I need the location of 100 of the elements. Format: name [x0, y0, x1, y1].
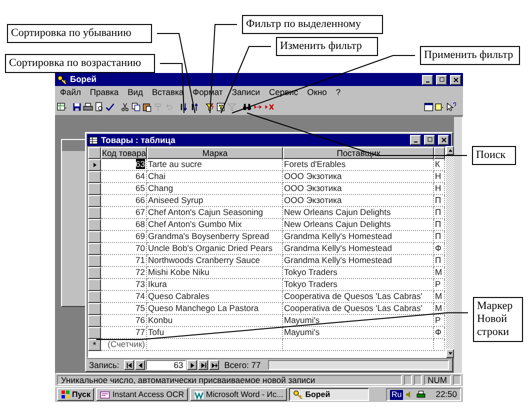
- table-cell: П: [435, 255, 442, 265]
- table-icon[interactable]: [57, 101, 67, 113]
- sort-ascending-icon[interactable]: [179, 101, 189, 113]
- copy-icon[interactable]: [131, 101, 141, 113]
- menu-item[interactable]: Окно: [306, 87, 328, 98]
- table-cell: М: [435, 267, 442, 277]
- window-title: Борей: [70, 73, 98, 86]
- table-cell: Chai: [148, 171, 166, 181]
- start-button[interactable]: Пуск: [57, 388, 94, 401]
- row-selector[interactable]: [88, 159, 101, 171]
- help-icon[interactable]: [446, 101, 456, 113]
- record-count: Всего: 77: [224, 359, 261, 372]
- row-selector[interactable]: [88, 231, 101, 243]
- column-header[interactable]: [434, 147, 445, 159]
- row-selector[interactable]: [88, 195, 101, 207]
- sort-descending-icon[interactable]: [190, 101, 200, 113]
- table-cell: 69: [136, 231, 145, 241]
- checkmark-icon[interactable]: [105, 101, 115, 113]
- record-number-field[interactable]: 63: [146, 360, 186, 370]
- row-selector[interactable]: [88, 279, 101, 291]
- maximize-button[interactable]: [424, 135, 435, 145]
- table-cell: Tokyo Traders: [284, 279, 338, 289]
- row-selector[interactable]: [88, 291, 101, 303]
- new-record-button[interactable]: [209, 360, 220, 370]
- table-cell: 73: [136, 279, 145, 289]
- table-cell: П: [435, 219, 442, 229]
- table-cell: Grandma Kelly's Homestead: [284, 255, 392, 265]
- row-selector[interactable]: *: [88, 339, 101, 351]
- minimize-button[interactable]: [422, 74, 433, 84]
- previous-record-button[interactable]: [135, 360, 146, 370]
- taskbar-button[interactable]: Борей: [289, 388, 370, 401]
- previous-record-icon: [136, 362, 144, 369]
- database-window-icon[interactable]: [424, 101, 434, 113]
- windows-logo-icon: [61, 390, 70, 399]
- menu-item[interactable]: ?: [334, 87, 342, 98]
- table-cell: ООО Экзотика: [284, 171, 342, 181]
- callout-label: Маркер Новой строки: [473, 297, 523, 342]
- row-selector[interactable]: [88, 315, 101, 327]
- close-button[interactable]: [438, 135, 449, 145]
- key-icon: [57, 74, 67, 84]
- taskbar-button[interactable]: Microsoft Word - Ис...: [190, 388, 288, 401]
- scroll-down-button[interactable]: [446, 349, 454, 358]
- table-cell: 65: [136, 183, 145, 193]
- table-cell: М: [435, 291, 442, 301]
- row-selector[interactable]: [88, 219, 101, 231]
- row-selector[interactable]: [88, 255, 101, 267]
- table-cell: Cooperativa de Quesos 'Las Cabras': [284, 303, 422, 313]
- table-cell: 72: [136, 267, 145, 277]
- table-cell: П: [435, 195, 442, 205]
- first-record-icon: [126, 362, 133, 369]
- table-cell: Ф: [435, 327, 442, 337]
- row-selector[interactable]: [88, 183, 101, 195]
- new-object-icon[interactable]: [435, 101, 445, 113]
- row-selector[interactable]: [88, 207, 101, 219]
- close-button[interactable]: [450, 74, 461, 84]
- column-header[interactable]: Марка: [147, 147, 283, 159]
- record-indicator-icon: [92, 162, 98, 168]
- row-selector[interactable]: [88, 303, 101, 315]
- table-cell: Grandma Kelly's Homestead: [284, 231, 392, 241]
- printer-icon[interactable]: [83, 101, 93, 113]
- close-icon: [440, 136, 448, 144]
- scroll-up-button[interactable]: [446, 146, 454, 155]
- table-cell: Mishi Kobe Niku: [148, 267, 210, 277]
- row-selector[interactable]: [88, 327, 101, 339]
- row-selector[interactable]: [88, 171, 101, 183]
- table-cell: ООО Экзотика: [284, 183, 342, 193]
- clipboard-icon[interactable]: [142, 101, 152, 113]
- taskbar-button[interactable]: Instant Access OCR: [96, 388, 188, 401]
- header-corner[interactable]: [88, 147, 101, 159]
- table-cell: 74: [136, 291, 145, 301]
- next-record-button[interactable]: [187, 360, 198, 370]
- printer-icon[interactable]: [416, 390, 426, 399]
- letter-w-icon: [194, 390, 204, 400]
- row-selector[interactable]: [88, 243, 101, 255]
- minimize-button[interactable]: [410, 135, 421, 145]
- row-selector[interactable]: [88, 267, 101, 279]
- scrollbar[interactable]: [454, 117, 462, 373]
- form-filter-icon[interactable]: [216, 101, 226, 113]
- page-icon[interactable]: [94, 101, 104, 113]
- last-record-button[interactable]: [198, 360, 208, 370]
- menu-item[interactable]: Записи: [230, 87, 262, 98]
- maximize-button[interactable]: [436, 74, 447, 84]
- column-header[interactable]: Код товара: [101, 147, 147, 159]
- menu-item[interactable]: Вид: [126, 87, 144, 98]
- table-cell: К: [435, 159, 440, 169]
- table-cell: Aniseed Syrup: [148, 195, 204, 205]
- navigation-label: Запись:: [89, 359, 120, 372]
- table-cell: 77: [136, 327, 145, 337]
- last-record-icon: [200, 362, 207, 369]
- language-indicator[interactable]: Ru: [390, 390, 403, 400]
- menu-item[interactable]: Файл: [59, 87, 82, 98]
- filter-icon[interactable]: [205, 101, 215, 113]
- binoculars-icon[interactable]: [242, 101, 252, 113]
- menu-item[interactable]: Правка: [88, 87, 120, 98]
- scissors-icon[interactable]: [120, 101, 130, 113]
- callout-label: Сортировка по убыванию: [7, 24, 152, 43]
- next-record-icon: [188, 362, 196, 369]
- up-arrow-icon: [448, 148, 452, 153]
- first-record-button[interactable]: [124, 360, 134, 370]
- scrollbar[interactable]: [268, 360, 449, 370]
